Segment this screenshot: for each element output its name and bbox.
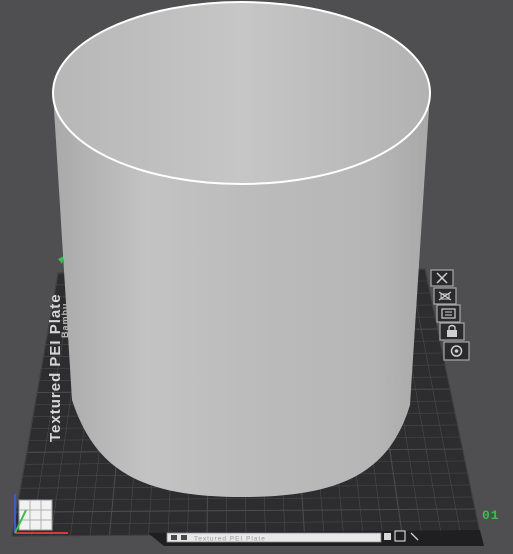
plate-type-icon	[171, 535, 177, 540]
close-icon[interactable]	[430, 269, 454, 287]
lock-icon[interactable]	[439, 322, 465, 341]
plate-edit-icon[interactable]	[384, 533, 391, 540]
plate-bed-icon[interactable]	[394, 530, 406, 542]
plate-number: 01	[482, 508, 500, 523]
orient-icon[interactable]	[436, 304, 461, 323]
plate-preview-icon	[181, 535, 187, 540]
plate-corner-marker	[58, 256, 64, 264]
3d-viewport[interactable]: Textured PEI Plate Bambu Textured PEI Pl…	[0, 0, 513, 554]
arrange-icon[interactable]	[433, 287, 457, 305]
bottom-strip-label: Textured PEI Plate	[194, 536, 266, 543]
settings-icon[interactable]	[443, 341, 470, 361]
model-cylinder[interactable]	[52, 1, 431, 497]
